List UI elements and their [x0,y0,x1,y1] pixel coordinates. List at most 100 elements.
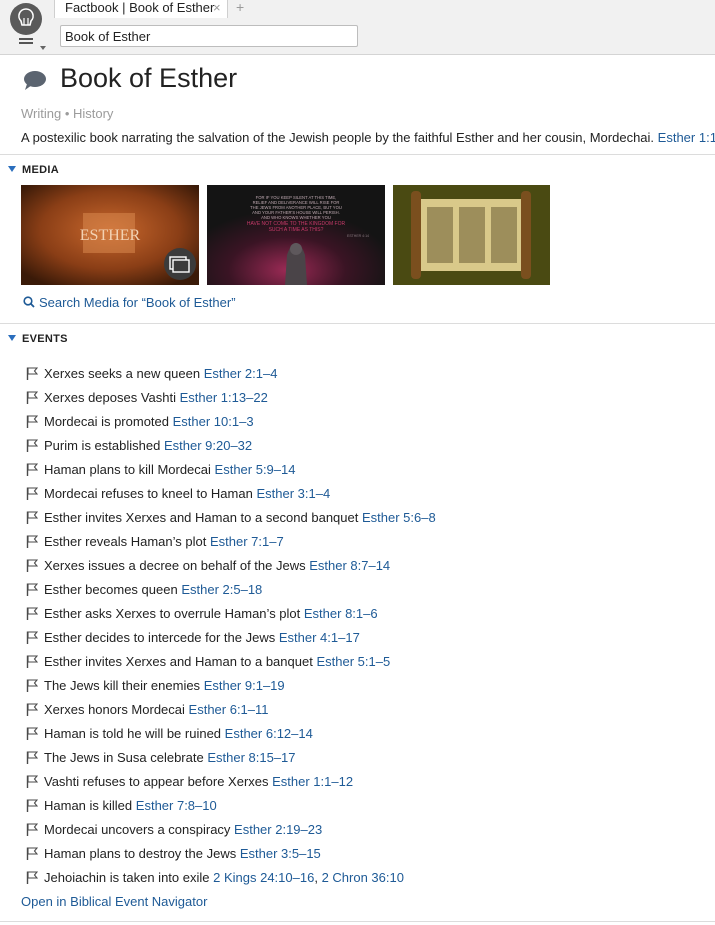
event-title[interactable]: Purim is established [44,438,160,453]
collapse-triangle-icon [8,335,16,341]
event-reference-link[interactable]: Esther 8:7–14 [309,558,390,573]
event-item: Xerxes deposes Vashti Esther 1:13–22 [26,390,436,414]
event-title[interactable]: Esther invites Xerxes and Haman to a ban… [44,654,313,669]
media-thumbnail-scroll[interactable] [393,185,550,285]
flag-icon [26,439,38,452]
divider [0,154,715,155]
event-item: Haman plans to destroy the Jews Esther 3… [26,846,436,870]
event-reference-link[interactable]: Esther 7:8–10 [136,798,217,813]
collapse-triangle-icon [8,166,16,172]
add-tab-icon[interactable]: + [236,0,244,15]
event-reference-link[interactable]: Esther 5:6–8 [362,510,436,525]
event-title[interactable]: Xerxes seeks a new queen [44,366,200,381]
event-item: Esther asks Xerxes to overrule Haman’s p… [26,606,436,630]
event-title[interactable]: Vashti refuses to appear before Xerxes [44,774,269,789]
search-media-link[interactable]: Search Media for “Book of Esther” [23,295,236,310]
flag-icon [26,583,38,596]
search-input[interactable] [60,25,358,47]
event-title[interactable]: Haman is killed [44,798,132,813]
event-item: Esther reveals Haman’s plot Esther 7:1–7 [26,534,436,558]
tab-title: Factbook | Book of Esther [65,0,215,15]
biblical-event-navigator-link[interactable]: Open in Biblical Event Navigator [21,894,207,909]
event-title[interactable]: Jehoiachin is taken into exile [44,870,210,885]
event-item: Xerxes seeks a new queen Esther 2:1–4 [26,366,436,390]
flag-icon [26,775,38,788]
event-item: Haman plans to kill Mordecai Esther 5:9–… [26,462,436,486]
event-item: Purim is established Esther 9:20–32 [26,438,436,462]
flag-icon [26,559,38,572]
flag-icon [26,487,38,500]
tab-strip: Factbook | Book of Esther × + [54,0,715,18]
flag-icon [26,799,38,812]
event-item: The Jews in Susa celebrate Esther 8:15–1… [26,750,436,774]
media-thumbnail-quote[interactable]: FOR IF YOU KEEP SILENT AT THIS TIME, REL… [207,185,385,285]
flag-icon [26,655,38,668]
event-title[interactable]: Xerxes honors Mordecai [44,702,185,717]
search-media-label: Search Media for “Book of Esther” [39,295,236,310]
event-item: Esther becomes queen Esther 2:5–18 [26,582,436,606]
media-thumbnail-esther[interactable]: ESTHER [21,185,199,285]
event-title[interactable]: Esther becomes queen [44,582,178,597]
events-list: Xerxes seeks a new queen Esther 2:1–4 Xer… [26,366,436,894]
event-reference-link[interactable]: Esther 2:5–18 [181,582,262,597]
event-reference-link[interactable]: Esther 1:13–22 [180,390,268,405]
event-reference-link[interactable]: Esther 3:5–15 [240,846,321,861]
event-reference-link[interactable]: Esther 9:1–19 [204,678,285,693]
flag-icon [26,391,38,404]
flag-icon [26,511,38,524]
event-title[interactable]: The Jews kill their enemies [44,678,200,693]
event-item: Xerxes honors Mordecai Esther 6:1–11 [26,702,436,726]
event-reference-link[interactable]: Esther 5:1–5 [316,654,390,669]
event-reference-link[interactable]: Esther 2:1–4 [204,366,278,381]
events-section-header[interactable]: EVENTS [8,333,68,345]
page-description: A postexilic book narrating the salvatio… [21,130,715,145]
event-reference-link[interactable]: Esther 3:1–4 [256,486,330,501]
svg-text:ESTHER 4:14: ESTHER 4:14 [347,234,369,238]
event-reference-link[interactable]: Esther 9:20–32 [164,438,252,453]
event-reference-link[interactable]: Esther 1:1–12 [272,774,353,789]
lightbulb-menu-icon[interactable] [9,2,47,52]
event-item: Haman is told he will be ruined Esther 6… [26,726,436,750]
flag-icon [26,415,38,428]
flag-icon [26,463,38,476]
event-item: Xerxes issues a decree on behalf of the … [26,558,436,582]
event-title[interactable]: Esther reveals Haman’s plot [44,534,206,549]
flag-icon [26,727,38,740]
event-item: The Jews kill their enemies Esther 9:1–1… [26,678,436,702]
esther-quote-image: FOR IF YOU KEEP SILENT AT THIS TIME, REL… [207,185,385,285]
event-title[interactable]: Mordecai is promoted [44,414,169,429]
event-title[interactable]: The Jews in Susa celebrate [44,750,204,765]
flag-icon [26,847,38,860]
event-title[interactable]: Haman plans to destroy the Jews [44,846,236,861]
category-tags: Writing • History [21,106,114,121]
event-reference-link[interactable]: Esther 2:19–23 [234,822,322,837]
event-reference-link[interactable]: Esther 8:15–17 [207,750,295,765]
event-title[interactable]: Esther asks Xerxes to overrule Haman’s p… [44,606,300,621]
description-reference-link[interactable]: Esther 1:1–10:3 [658,130,715,145]
event-title[interactable]: Xerxes issues a decree on behalf of the … [44,558,306,573]
event-item: Jehoiachin is taken into exile 2 Kings 2… [26,870,436,894]
event-reference-link[interactable]: Esther 10:1–3 [173,414,254,429]
event-title[interactable]: Haman plans to kill Mordecai [44,462,211,477]
event-title[interactable]: Esther invites Xerxes and Haman to a sec… [44,510,358,525]
svg-text:ESTHER: ESTHER [80,227,141,244]
event-title[interactable]: Esther decides to intercede for the Jews [44,630,275,645]
media-section-header[interactable]: MEDIA [8,164,59,176]
event-reference-link[interactable]: Esther 7:1–7 [210,534,284,549]
flag-icon [26,871,38,884]
event-title[interactable]: Xerxes deposes Vashti [44,390,176,405]
event-reference-link[interactable]: 2 Chron 36:10 [322,870,404,885]
event-reference-link[interactable]: Esther 6:12–14 [225,726,313,741]
event-reference-link[interactable]: Esther 5:9–14 [215,462,296,477]
event-title[interactable]: Haman is told he will be ruined [44,726,221,741]
event-title[interactable]: Mordecai refuses to kneel to Haman [44,486,253,501]
event-reference-link[interactable]: Esther 6:1–11 [189,702,269,717]
tab-factbook[interactable]: Factbook | Book of Esther × [54,0,228,18]
flag-icon [26,367,38,380]
close-icon[interactable]: × [213,0,221,15]
event-reference-link[interactable]: Esther 8:1–6 [304,606,378,621]
event-reference-link[interactable]: 2 Kings 24:10–16 [213,870,314,885]
page-title: Book of Esther [60,63,238,93]
event-reference-link[interactable]: Esther 4:1–17 [279,630,360,645]
event-title[interactable]: Mordecai uncovers a conspiracy [44,822,230,837]
